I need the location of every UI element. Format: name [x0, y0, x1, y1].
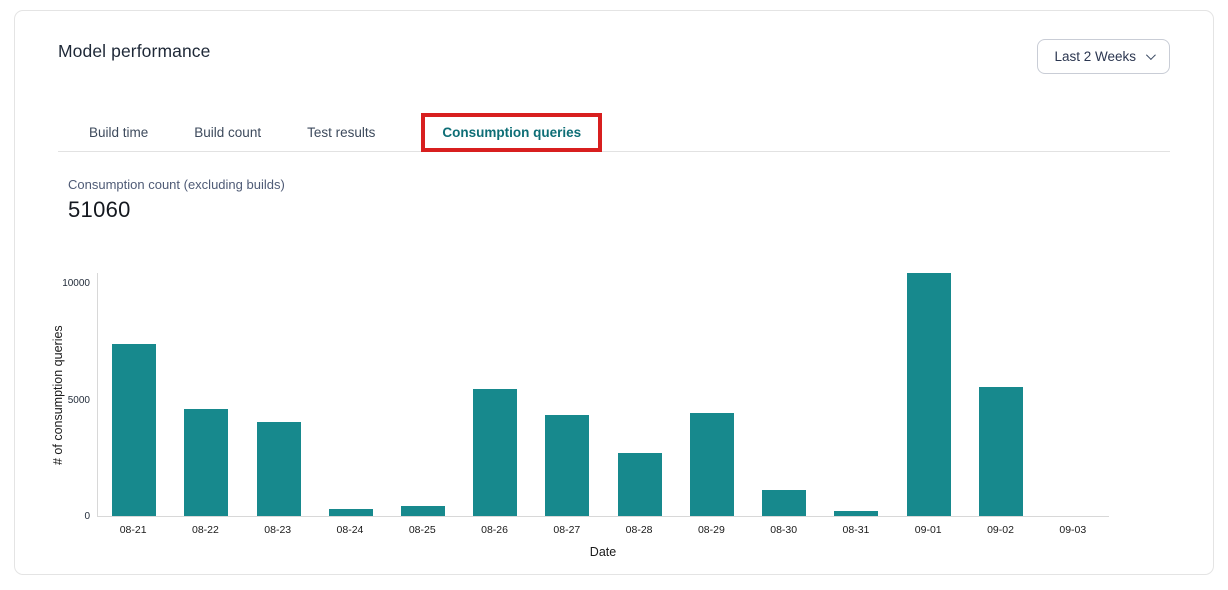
x-tick-09-02: 09-02: [964, 524, 1036, 536]
x-tick-08-31: 08-31: [820, 524, 892, 536]
x-axis-ticks: 08-2108-2208-2308-2408-2508-2608-2708-28…: [97, 517, 1109, 536]
bar-slot-08-26: [459, 389, 531, 516]
tab-build-count[interactable]: Build count: [194, 125, 261, 140]
tab-build-time[interactable]: Build time: [89, 125, 148, 140]
x-tick-08-26: 08-26: [458, 524, 530, 536]
bar-slot-08-28: [604, 453, 676, 516]
x-tick-08-23: 08-23: [242, 524, 314, 536]
y-axis-label: # of consumption queries: [49, 273, 67, 517]
page-title: Model performance: [58, 41, 210, 62]
x-tick-08-30: 08-30: [748, 524, 820, 536]
tab-bar: Build time Build count Test results Cons…: [58, 113, 1170, 152]
bar-08-23: [257, 422, 301, 516]
bar-08-21: [112, 344, 156, 516]
bar-08-28: [618, 453, 662, 516]
bar-08-24: [329, 509, 373, 516]
bar-slot-09-02: [965, 387, 1037, 516]
bar-slot-09-01: [892, 273, 964, 516]
tab-test-results[interactable]: Test results: [307, 125, 375, 140]
tab-consumption-queries[interactable]: Consumption queries: [421, 113, 602, 152]
period-selector-value: Last 2 Weeks: [1054, 49, 1136, 64]
metric-block: Consumption count (excluding builds) 510…: [68, 177, 1170, 223]
plot-area: [97, 273, 1109, 517]
bar-slot-08-21: [98, 344, 170, 516]
bar-slot-08-31: [820, 511, 892, 516]
bar-09-02: [979, 387, 1023, 516]
bar-slot-08-22: [170, 409, 242, 516]
bar-slot-08-27: [531, 415, 603, 516]
bar-slot-08-29: [676, 413, 748, 516]
bar-slot-08-23: [242, 422, 314, 516]
metric-label: Consumption count (excluding builds): [68, 177, 1170, 192]
y-tick-10000: 10000: [62, 278, 90, 289]
x-tick-08-22: 08-22: [169, 524, 241, 536]
bar-slot-08-24: [315, 509, 387, 516]
x-tick-09-01: 09-01: [892, 524, 964, 536]
bar-08-27: [545, 415, 589, 516]
bar-08-30: [762, 490, 806, 516]
x-tick-08-25: 08-25: [386, 524, 458, 536]
y-axis-ticks: 0500010000: [67, 273, 97, 517]
y-tick-5000: 5000: [68, 395, 90, 406]
bar-08-29: [690, 413, 734, 516]
bar-08-22: [184, 409, 228, 516]
period-selector[interactable]: Last 2 Weeks: [1037, 39, 1170, 74]
bar-slot-08-30: [748, 490, 820, 516]
bar-08-31: [834, 511, 878, 516]
metric-value: 51060: [68, 197, 1170, 223]
x-tick-09-03: 09-03: [1037, 524, 1109, 536]
bar-08-25: [401, 506, 445, 516]
x-axis-label: Date: [97, 545, 1109, 559]
x-tick-08-27: 08-27: [531, 524, 603, 536]
bar-slot-08-25: [387, 506, 459, 516]
card-header: Model performance Last 2 Weeks: [15, 11, 1213, 74]
model-performance-card: Model performance Last 2 Weeks Build tim…: [14, 10, 1214, 575]
x-tick-08-21: 08-21: [97, 524, 169, 536]
bar-08-26: [473, 389, 517, 516]
x-tick-08-24: 08-24: [314, 524, 386, 536]
y-tick-0: 0: [84, 511, 90, 522]
chevron-down-icon: [1146, 50, 1156, 60]
x-tick-08-29: 08-29: [675, 524, 747, 536]
bar-09-01: [907, 273, 951, 516]
x-tick-08-28: 08-28: [603, 524, 675, 536]
plot-column: 08-2108-2208-2308-2408-2508-2608-2708-28…: [97, 273, 1109, 559]
consumption-queries-chart: # of consumption queries 0500010000 08-2…: [49, 273, 1109, 559]
